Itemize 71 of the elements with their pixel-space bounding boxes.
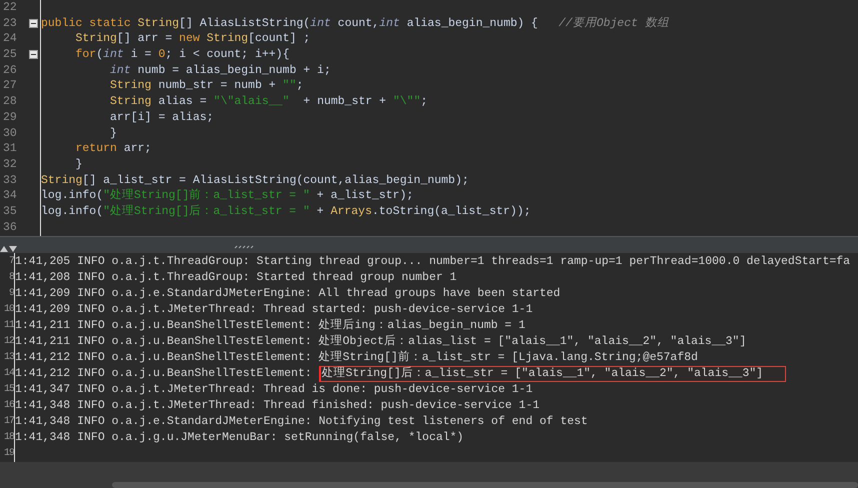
code-line: } bbox=[74, 156, 82, 173]
line-number: 17 bbox=[2, 415, 15, 429]
log-source: 1:41,348 INFO o.a.j.e.StandardJMeterEngine: bbox=[15, 414, 313, 430]
collapse-arrows-icon[interactable] bbox=[0, 246, 20, 252]
fold-toggle-icon[interactable] bbox=[29, 19, 38, 28]
log-source: 1:41,211 INFO o.a.j.u.BeanShellTestElement: bbox=[15, 334, 313, 350]
line-number: 26 bbox=[2, 62, 18, 78]
line-number: 15 bbox=[2, 383, 15, 397]
splitter-grip-icon[interactable] bbox=[234, 245, 254, 249]
code-line: return arr; bbox=[74, 141, 152, 157]
log-source: 1:41,347 INFO o.a.j.t.JMeterThread: bbox=[15, 382, 258, 398]
log-source: 1:41,212 INFO o.a.j.u.BeanShellTestElement: bbox=[15, 350, 313, 366]
code-line: String[] a_list_str = AliasListString(count,alias_begin_numb); bbox=[41, 172, 469, 188]
log-message: Started thread group number 1 bbox=[256, 270, 457, 286]
line-number: 22 bbox=[2, 0, 18, 16]
line-number: 30 bbox=[2, 126, 18, 142]
line-number: 11 bbox=[2, 319, 15, 333]
fold-toggle-icon[interactable] bbox=[29, 50, 38, 60]
line-number: 14 bbox=[2, 367, 15, 381]
log-message: Notifying test listeners of end of test bbox=[318, 414, 588, 430]
code-editor[interactable] bbox=[0, 0, 858, 236]
code-line: arr[i] = alias; bbox=[109, 110, 214, 126]
log-source: 1:41,211 INFO o.a.j.u.BeanShellTestElement: bbox=[15, 318, 313, 334]
line-number: 19 bbox=[2, 447, 15, 461]
log-source: 1:41,348 INFO o.a.j.g.u.JMeterMenuBar: bbox=[15, 430, 278, 446]
log-message: Starting thread group... number=1 threads=1 ramp-up=1 perThread=1000.0 delayedStart=fa bbox=[256, 254, 850, 270]
code-line: String alias = "\"alais__" + numb_str + "\""; bbox=[109, 94, 428, 110]
log-source: 1:41,205 INFO o.a.j.t.ThreadGroup: bbox=[15, 254, 251, 270]
log-message: Thread started: push-device-service 1-1 bbox=[263, 302, 533, 318]
line-number: 9 bbox=[8, 287, 15, 301]
line-number: 33 bbox=[2, 172, 18, 188]
log-source: 1:41,208 INFO o.a.j.t.ThreadGroup: bbox=[15, 270, 251, 286]
line-number: 8 bbox=[8, 271, 15, 285]
highlighted-log-message: 处理String[]后：a_list_str = ["alais__1", "alais__2", "alais__3"] bbox=[318, 366, 786, 382]
log-source: 1:41,348 INFO o.a.j.t.JMeterThread: bbox=[15, 398, 258, 414]
log-message: 处理后ing：alias_begin_numb = 1 bbox=[318, 318, 526, 334]
line-number: 10 bbox=[2, 303, 15, 317]
line-number: 27 bbox=[2, 78, 18, 94]
line-number: 18 bbox=[2, 431, 15, 445]
code-line: String numb_str = numb + ""; bbox=[109, 78, 304, 94]
log-message: Thread is done: push-device-service 1-1 bbox=[263, 382, 533, 398]
line-number: 24 bbox=[2, 31, 18, 48]
line-number: 12 bbox=[2, 335, 15, 349]
line-number: 32 bbox=[2, 156, 18, 173]
log-message: Thread finished: push-device-service 1-1 bbox=[263, 398, 540, 414]
line-number: 34 bbox=[2, 188, 18, 204]
code-line: public static String[] AliasListString(int count,int alias_begin_numb) { //要用Object 数组 bbox=[41, 16, 669, 32]
line-number: 13 bbox=[2, 351, 15, 365]
line-number: 29 bbox=[2, 110, 18, 126]
code-line: String[] arr = new String[count] ; bbox=[74, 31, 310, 48]
horizontal-scrollbar[interactable] bbox=[112, 482, 858, 488]
log-source: 1:41,212 INFO o.a.j.u.BeanShellTestElement: bbox=[15, 366, 313, 382]
line-number: 35 bbox=[2, 204, 18, 220]
log-message: All thread groups have been started bbox=[318, 286, 560, 302]
line-number: 28 bbox=[2, 94, 18, 110]
log-message: 处理Object后：alias_list = ["alais__1", "alais__2", "alais__3"] bbox=[318, 334, 746, 350]
code-line: } bbox=[109, 126, 117, 142]
line-number: 36 bbox=[2, 220, 18, 236]
log-message: 处理String[]前：a_list_str = [Ljava.lang.String;@e57af8d bbox=[318, 350, 698, 366]
code-line: log.info("处理String[]前：a_list_str = " + a_list_str); bbox=[41, 188, 414, 204]
line-number: 16 bbox=[2, 399, 15, 413]
log-message: setRunning(false, *local*) bbox=[284, 430, 464, 446]
line-number: 31 bbox=[2, 141, 18, 157]
line-number: 7 bbox=[8, 255, 15, 269]
code-line: int numb = alias_begin_numb + i; bbox=[109, 62, 331, 78]
code-line: log.info("处理String[]后：a_list_str = " + Arrays.toString(a_list_str)); bbox=[41, 204, 531, 220]
line-number: 23 bbox=[2, 16, 18, 32]
line-number: 25 bbox=[2, 47, 18, 63]
log-source: 1:41,209 INFO o.a.j.e.StandardJMeterEngine: bbox=[15, 286, 313, 302]
log-source: 1:41,209 INFO o.a.j.t.JMeterThread: bbox=[15, 302, 258, 318]
code-line: for(int i = 0; i < count; i++){ bbox=[74, 47, 290, 63]
